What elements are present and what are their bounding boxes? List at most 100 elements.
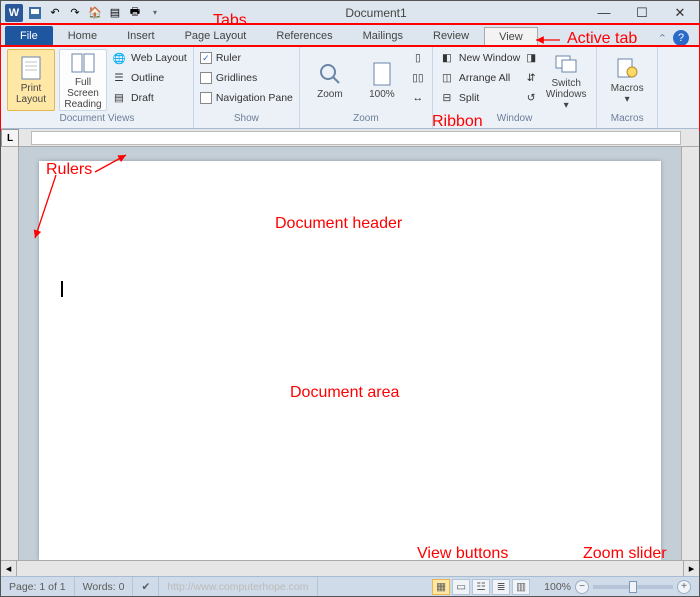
home-icon[interactable]: 🏠 [87,5,103,21]
two-pages-button[interactable]: ▯▯ [410,69,426,87]
view-draft-icon[interactable]: ▥ [512,579,530,595]
zoom-slider-thumb[interactable] [629,581,637,593]
switch-windows-button[interactable]: SwitchWindows ▾ [542,49,590,111]
minimize-button[interactable]: — [585,1,623,25]
outline-button[interactable]: ☰Outline [111,69,187,87]
macros-button[interactable]: Macros▾ [603,49,651,111]
checkbox-icon [200,72,212,84]
zoom-button[interactable]: Zoom [306,49,354,111]
zoom-out-button[interactable]: − [575,580,589,594]
redo-icon[interactable]: ↷ [67,5,83,21]
word-app-icon: W [5,4,23,22]
document-page[interactable] [39,161,661,560]
undo-icon[interactable]: ↶ [47,5,63,21]
tab-view[interactable]: View [484,27,538,47]
new-window-button[interactable]: ◧New Window [439,49,520,67]
document-viewport[interactable] [19,147,681,560]
book-icon [70,50,96,75]
tab-mailings[interactable]: Mailings [348,26,418,46]
dropdown-icon[interactable]: ▾ [147,5,163,21]
work-area [1,147,699,560]
one-page-icon: ▯ [410,50,426,66]
status-bar: Page: 1 of 1 Words: 0 ✔ http://www.compu… [1,576,699,596]
title-bar: W ↶ ↷ 🏠 ▤ 🖶 ▾ Document1 — ☐ ✕ [1,1,699,25]
vertical-scrollbar[interactable] [681,147,699,560]
view-outline-icon[interactable]: ≣ [492,579,510,595]
split-icon: ⊟ [439,90,455,106]
page-width-icon: ↔ [410,90,426,106]
window-buttons: — ☐ ✕ [585,1,699,25]
web-layout-icon: 🌐 [111,50,127,66]
tab-file[interactable]: File [5,26,53,46]
save-icon[interactable] [27,5,43,21]
zoom-group-label: Zoom [306,113,426,128]
tab-home[interactable]: Home [53,26,112,46]
horizontal-ruler[interactable]: L [1,129,699,147]
magnifier-icon [317,61,343,87]
zoom-controls: 100% − + [536,580,699,594]
vertical-ruler[interactable] [1,147,19,560]
web-layout-button[interactable]: 🌐Web Layout [111,49,187,67]
group-window: ◧New Window ◫Arrange All ⊟Split ◨ ⇵ ↺ Sw… [433,47,597,128]
zoom-slider[interactable] [593,585,673,589]
arrange-icon: ◫ [439,70,455,86]
draft-button[interactable]: ▤Draft [111,89,187,107]
document-views-group-label: Document Views [7,113,187,128]
new-window-icon: ◧ [439,50,455,66]
checkbox-icon [200,92,212,104]
close-button[interactable]: ✕ [661,1,699,25]
tab-page-layout[interactable]: Page Layout [170,26,262,46]
app-window: W ↶ ↷ 🏠 ▤ 🖶 ▾ Document1 — ☐ ✕ File Home … [0,0,700,597]
ruler-scale [31,131,681,145]
ruler-checkbox[interactable]: ✓Ruler [200,49,293,67]
print-layout-label: PrintLayout [16,83,46,105]
full-screen-reading-button[interactable]: Full ScreenReading [59,49,107,111]
zoom-100-button[interactable]: 100% [358,49,406,111]
split-button[interactable]: ⊟Split [439,89,520,107]
collapse-ribbon-icon[interactable]: ⌃ [658,32,667,45]
window-title: Document1 [167,6,585,20]
one-page-button[interactable]: ▯ [410,49,426,67]
tab-insert[interactable]: Insert [112,26,170,46]
arrange-all-button[interactable]: ◫Arrange All [439,69,520,87]
text-cursor [61,281,63,297]
page-100-icon [369,61,395,87]
page-width-button[interactable]: ↔ [410,89,426,107]
scroll-right-icon[interactable]: ▸ [683,561,699,576]
macros-group-label: Macros [603,113,651,128]
help-icon[interactable]: ? [673,30,689,46]
window-group-label: Window [439,113,590,128]
status-words[interactable]: Words: 0 [75,577,134,596]
maximize-button[interactable]: ☐ [623,1,661,25]
view-web-icon[interactable]: ☳ [472,579,490,595]
scroll-left-icon[interactable]: ◂ [1,561,17,576]
tab-review[interactable]: Review [418,26,484,46]
ruler-tab-stop-icon[interactable]: L [1,129,19,147]
outline-icon: ☰ [111,70,127,86]
reset-window-icon[interactable]: ↺ [524,89,538,107]
status-url-hint: http://www.computerhope.com [159,577,317,596]
macros-label: Macros▾ [611,83,644,105]
status-spellcheck-icon[interactable]: ✔ [133,577,159,596]
sync-scroll-icon[interactable]: ⇵ [524,69,538,87]
switch-windows-label: SwitchWindows ▾ [542,78,590,111]
navigation-pane-checkbox[interactable]: Navigation Pane [200,89,293,107]
zoom-percent[interactable]: 100% [544,581,571,593]
side-by-side-icon[interactable]: ◨ [524,49,538,67]
page-icon [18,55,44,81]
macros-icon [614,55,640,81]
zoom-in-button[interactable]: + [677,580,691,594]
print-layout-button[interactable]: PrintLayout [7,49,55,111]
group-document-views: PrintLayout Full ScreenReading 🌐Web Layo… [1,47,194,128]
gridlines-checkbox[interactable]: Gridlines [200,69,293,87]
view-buttons: ▦ ▭ ☳ ≣ ▥ [426,579,536,595]
two-pages-icon: ▯▯ [410,70,426,86]
view-print-layout-icon[interactable]: ▦ [432,579,450,595]
tab-references[interactable]: References [261,26,347,46]
print-icon[interactable]: 🖶 [127,5,143,21]
view-full-screen-icon[interactable]: ▭ [452,579,470,595]
sheet-icon[interactable]: ▤ [107,5,123,21]
status-page[interactable]: Page: 1 of 1 [1,577,75,596]
group-show: ✓Ruler Gridlines Navigation Pane Show [194,47,300,128]
horizontal-scrollbar[interactable]: ◂ ▸ [1,560,699,576]
